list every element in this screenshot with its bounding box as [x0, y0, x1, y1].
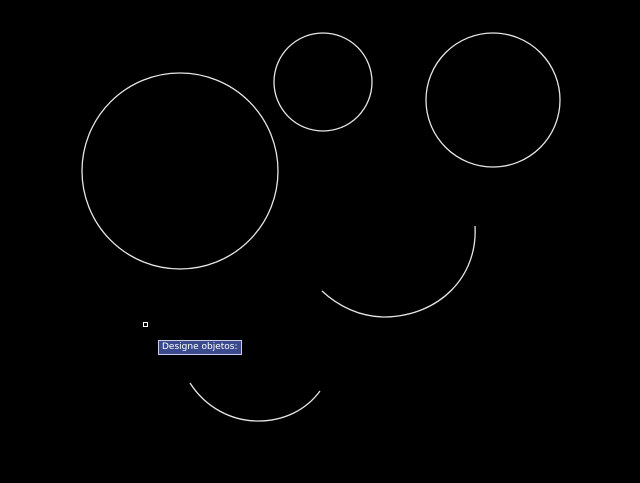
- circle-right[interactable]: [425, 32, 561, 168]
- command-prompt-tooltip: Designe objetos:: [158, 340, 242, 355]
- drawing-canvas[interactable]: [0, 0, 640, 483]
- circle-large[interactable]: [81, 72, 279, 270]
- arc-bottom[interactable]: [189, 382, 321, 422]
- drawing-area[interactable]: Designe objetos:: [0, 0, 640, 483]
- arc-right[interactable]: [321, 225, 476, 318]
- circle-small[interactable]: [273, 32, 373, 132]
- pickbox-icon: [143, 322, 148, 327]
